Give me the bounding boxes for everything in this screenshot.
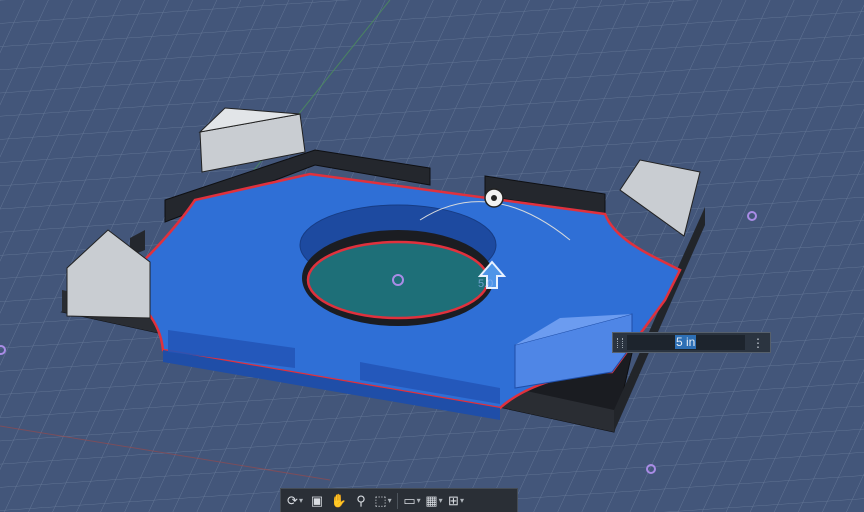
display-dropdown-icon[interactable]: ▾ bbox=[417, 496, 421, 505]
distance-value[interactable]: 5 in bbox=[675, 335, 697, 349]
look-at-icon[interactable]: ▣ bbox=[307, 491, 327, 511]
pan-icon[interactable]: ✋ bbox=[329, 491, 349, 511]
distance-input-box[interactable]: 5 in ⋮ bbox=[612, 332, 771, 353]
3d-viewport[interactable]: 5.0 bbox=[0, 0, 864, 512]
separator bbox=[397, 492, 398, 509]
grid-dropdown-icon[interactable]: ▾ bbox=[439, 496, 443, 505]
drag-handle[interactable] bbox=[617, 338, 623, 348]
viewports-dropdown-icon[interactable]: ▾ bbox=[460, 496, 464, 505]
more-options-icon[interactable]: ⋮ bbox=[752, 336, 764, 350]
grid-snaps-icon[interactable]: ▦ ▾ bbox=[424, 491, 444, 511]
display-settings-icon[interactable]: ▭ ▾ bbox=[402, 491, 422, 511]
viewports-icon[interactable]: ⊞ ▾ bbox=[446, 491, 466, 511]
zoom-icon[interactable]: ⚲ bbox=[351, 491, 371, 511]
navigation-bar: ⟳ ▾ ▣ ✋ ⚲ ⬚ ▾ ▭ ▾ ▦ ▾ ⊞ ▾ bbox=[280, 488, 518, 512]
orbit-dropdown-icon[interactable]: ▾ bbox=[299, 496, 303, 505]
orbit-icon[interactable]: ⟳ ▾ bbox=[285, 491, 305, 511]
center-hole[interactable] bbox=[299, 204, 497, 326]
manipulator-ghost-value: 5.0 bbox=[478, 278, 493, 290]
distance-field[interactable]: 5 in bbox=[627, 335, 745, 350]
fit-dropdown-icon[interactable]: ▾ bbox=[388, 496, 392, 505]
fit-window-icon[interactable]: ⬚ ▾ bbox=[373, 491, 393, 511]
